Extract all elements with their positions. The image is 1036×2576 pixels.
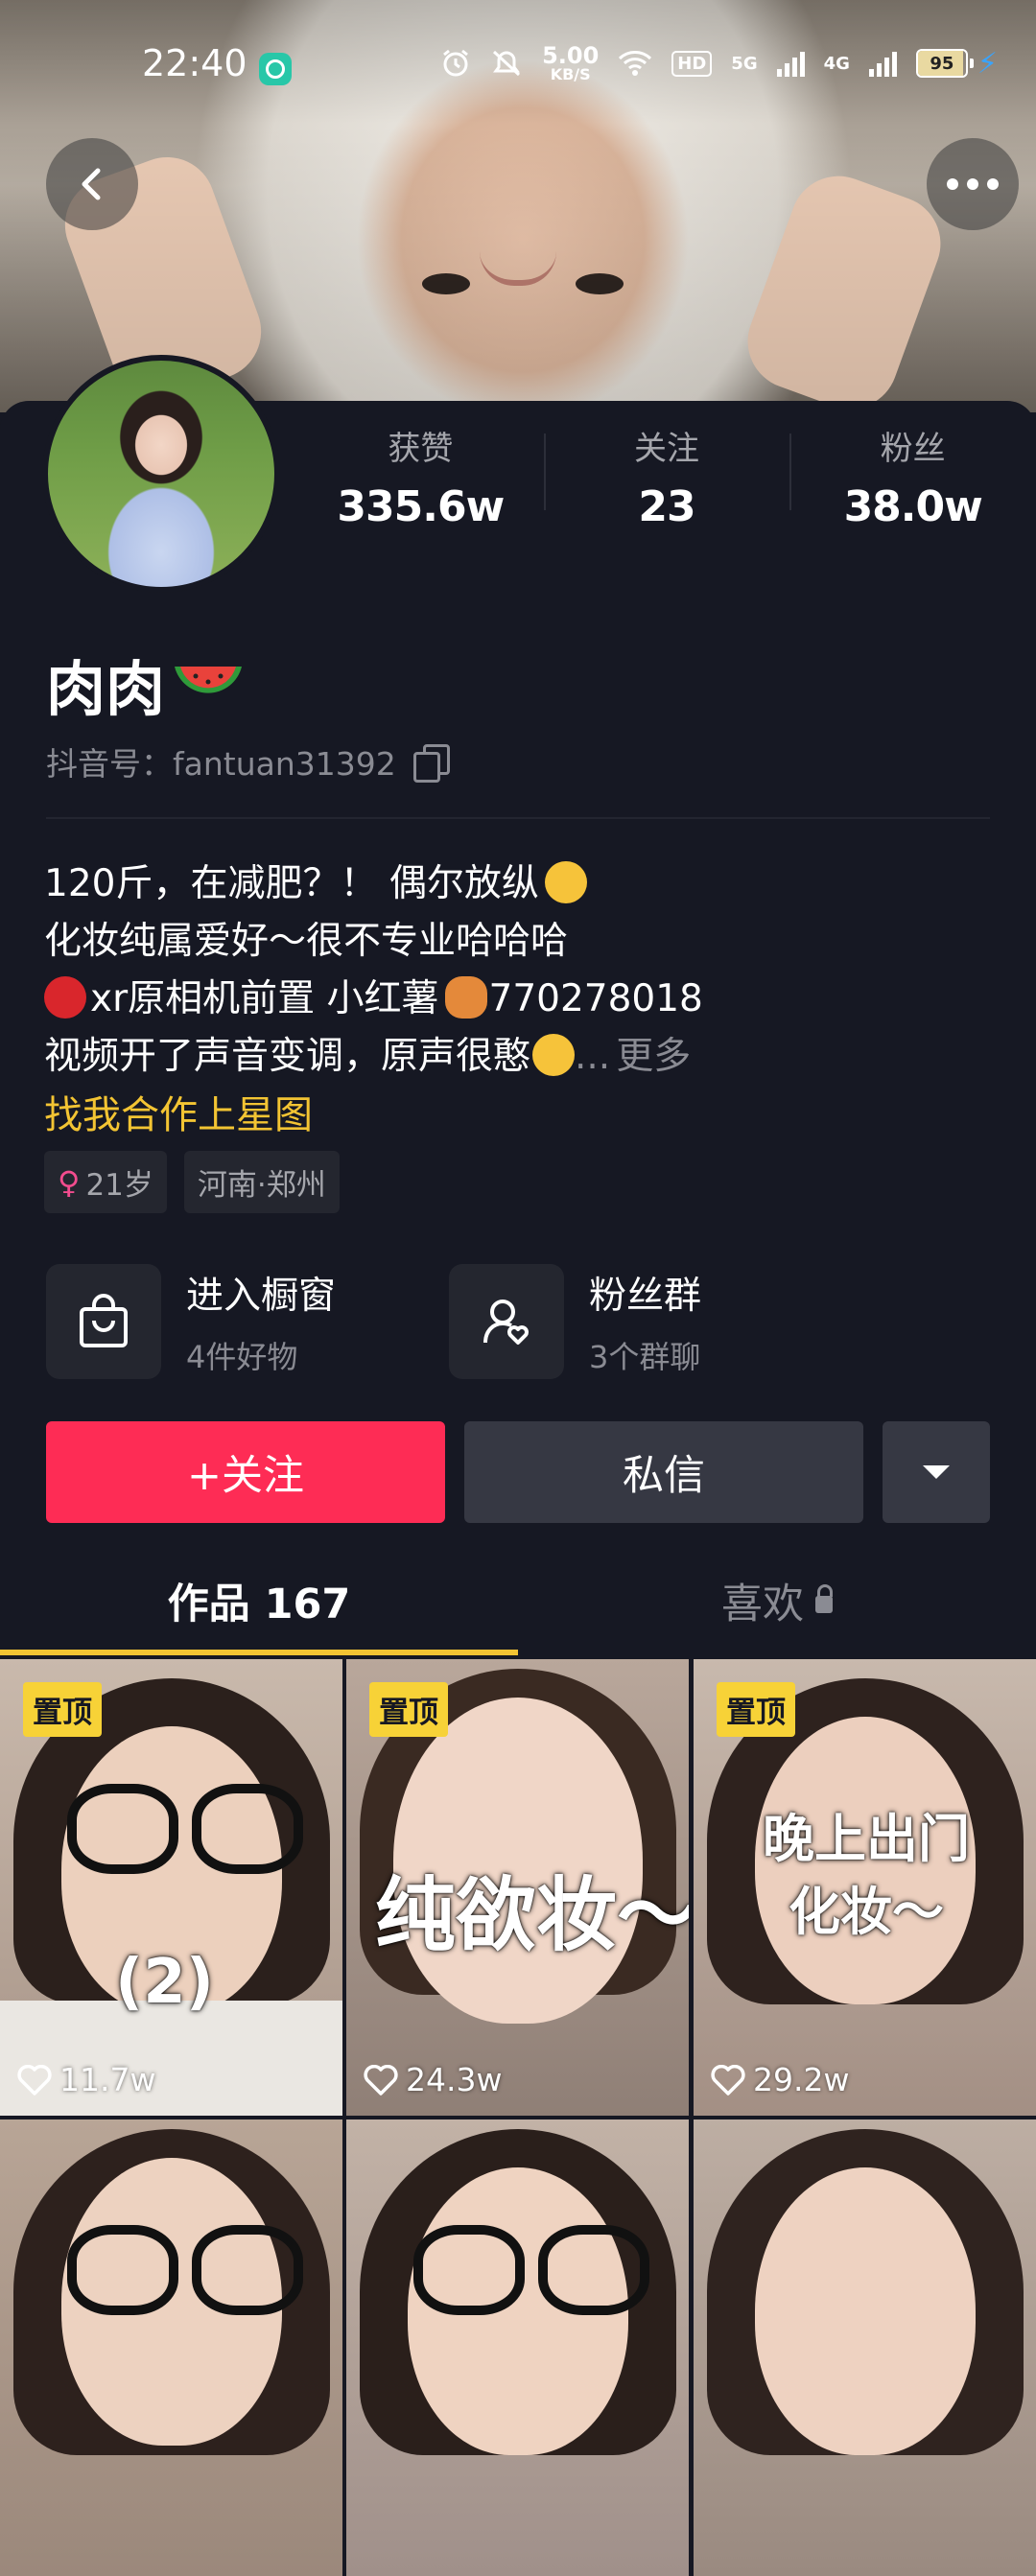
stat-following-label: 关注 bbox=[634, 430, 699, 468]
lock-icon bbox=[815, 1584, 833, 1613]
tab-indicator bbox=[0, 1650, 518, 1655]
stat-likes-value: 335.6w bbox=[337, 482, 505, 531]
tab-works[interactable]: 作品 167 bbox=[0, 1544, 518, 1657]
signal-5g-icon bbox=[776, 50, 805, 77]
profile-stats: 获赞 335.6w 关注 23 粉丝 38.0w bbox=[297, 422, 1036, 531]
shop-window-title: 进入橱窗 bbox=[186, 1275, 337, 1318]
charging-bolt-icon: ⚡ bbox=[977, 46, 998, 81]
message-button[interactable]: 私信 bbox=[464, 1421, 863, 1523]
star-map-link[interactable]: 找我合作上星图 bbox=[44, 1084, 313, 1139]
profile-name-text: 肉肉 bbox=[46, 654, 166, 724]
more-options-button[interactable] bbox=[927, 138, 1019, 230]
shop-window-sub: 4件好物 bbox=[186, 1339, 298, 1375]
video-caption: (2) bbox=[115, 1947, 215, 2018]
content-tabs: 作品 167 喜欢 bbox=[0, 1544, 1036, 1657]
app-notification-icon bbox=[259, 53, 292, 85]
net-5g-label: 5G bbox=[731, 53, 758, 74]
video-caption: 晚上出门 化妆～ bbox=[763, 1809, 970, 1942]
stat-likes-label: 获赞 bbox=[388, 430, 454, 468]
recommend-dropdown-button[interactable] bbox=[883, 1421, 990, 1523]
mute-icon bbox=[493, 50, 521, 77]
stat-followers[interactable]: 粉丝 38.0w bbox=[789, 422, 1036, 531]
douyin-id-text: 抖音号：fantuan31392 bbox=[46, 745, 396, 783]
back-button[interactable] bbox=[46, 138, 138, 230]
bio-line-3: xr原相机前置 小红薯 770278018 bbox=[44, 971, 703, 1028]
dropdown-triangle-icon bbox=[923, 1465, 950, 1479]
video-likes: 24.3w bbox=[364, 2061, 502, 2098]
video-likes: 29.2w bbox=[711, 2061, 849, 2098]
stat-following[interactable]: 关注 23 bbox=[543, 422, 790, 531]
stat-followers-value: 38.0w bbox=[843, 482, 983, 531]
profile-tags: ♀ 21岁 河南·郑州 bbox=[44, 1151, 340, 1213]
network-speed: 5.00 KB/S bbox=[542, 42, 600, 83]
more-dots-icon bbox=[947, 178, 999, 190]
heart-icon bbox=[17, 2064, 52, 2096]
heart-icon bbox=[711, 2064, 745, 2096]
video-caption: 纯欲妆～ bbox=[375, 1868, 689, 1962]
avatar[interactable] bbox=[42, 355, 280, 593]
follow-button[interactable]: +关注 bbox=[46, 1421, 445, 1523]
bio-line-1: 120斤，在减肥？！ 偶尔放纵 bbox=[44, 855, 703, 913]
status-time: 22:40 bbox=[142, 42, 247, 84]
wifi-icon bbox=[619, 51, 652, 76]
fan-group-link[interactable]: 粉丝群 3个群聊 bbox=[449, 1264, 701, 1379]
alarm-icon bbox=[443, 49, 468, 77]
bag-icon bbox=[80, 1294, 128, 1347]
tongue-emoji-icon bbox=[544, 861, 587, 903]
age-tag: ♀ 21岁 bbox=[44, 1151, 167, 1213]
sweet-potato-emoji-icon bbox=[444, 976, 487, 1019]
bio-line-2: 化妆纯属爱好～很不专业哈哈哈 bbox=[44, 920, 569, 963]
stat-following-value: 23 bbox=[638, 482, 695, 531]
video-tile-1[interactable]: 置顶 (2) 11.7w bbox=[0, 1659, 342, 2116]
fan-group-title: 粉丝群 bbox=[589, 1275, 702, 1318]
stat-followers-label: 粉丝 bbox=[880, 430, 946, 468]
video-tile-4[interactable] bbox=[0, 2119, 342, 2576]
watermelon-emoji-icon bbox=[175, 667, 243, 693]
net-4g-label: 4G bbox=[823, 53, 850, 74]
apple-emoji-icon bbox=[44, 976, 86, 1019]
douyin-id: 抖音号：fantuan31392 bbox=[46, 738, 450, 785]
back-arrow-icon bbox=[82, 168, 101, 200]
female-icon: ♀ bbox=[58, 1163, 81, 1201]
profile-name: 肉肉 bbox=[46, 641, 246, 727]
copy-icon[interactable] bbox=[412, 744, 450, 783]
status-icons: 5.00 KB/S HD 5G 4G 95 ⚡ bbox=[440, 44, 998, 82]
signal-4g-icon bbox=[868, 50, 897, 77]
heart-icon bbox=[364, 2064, 398, 2096]
video-likes: 11.7w bbox=[17, 2061, 155, 2098]
shop-window-link[interactable]: 进入橱窗 4件好物 bbox=[46, 1264, 336, 1379]
fan-group-icon bbox=[483, 1300, 529, 1345]
video-tile-5[interactable] bbox=[346, 2119, 689, 2576]
fan-group-sub: 3个群聊 bbox=[589, 1339, 701, 1375]
pinned-badge: 置顶 bbox=[23, 1682, 102, 1737]
video-tile-6[interactable] bbox=[694, 2119, 1036, 2576]
video-tile-3[interactable]: 置顶 晚上出门 化妆～ 29.2w bbox=[694, 1659, 1036, 2116]
video-tile-2[interactable]: 置顶 纯欲妆～ 24.3w bbox=[346, 1659, 689, 2116]
pinned-badge: 置顶 bbox=[369, 1682, 448, 1737]
divider bbox=[46, 817, 990, 819]
stat-likes[interactable]: 获赞 335.6w bbox=[297, 422, 544, 531]
tab-likes[interactable]: 喜欢 bbox=[518, 1544, 1036, 1657]
battery-icon: 95 ⚡ bbox=[915, 46, 998, 81]
bio-line-4: 视频开了声音变调，原声很憨... 更多 bbox=[44, 1034, 692, 1078]
status-bar: 22:40 5.00 KB/S HD 5G 4G 95 ⚡ bbox=[0, 0, 1036, 134]
pinned-badge: 置顶 bbox=[717, 1682, 795, 1737]
sneeze-emoji-icon bbox=[532, 1034, 576, 1076]
glasses bbox=[67, 1784, 303, 1874]
hd-badge: HD bbox=[671, 50, 713, 77]
location-tag: 河南·郑州 bbox=[183, 1151, 340, 1213]
bio-more-link[interactable]: 更多 bbox=[616, 1035, 691, 1078]
bio[interactable]: 120斤，在减肥？！ 偶尔放纵 化妆纯属爱好～很不专业哈哈哈 xr原相机前置 小… bbox=[44, 855, 703, 1086]
